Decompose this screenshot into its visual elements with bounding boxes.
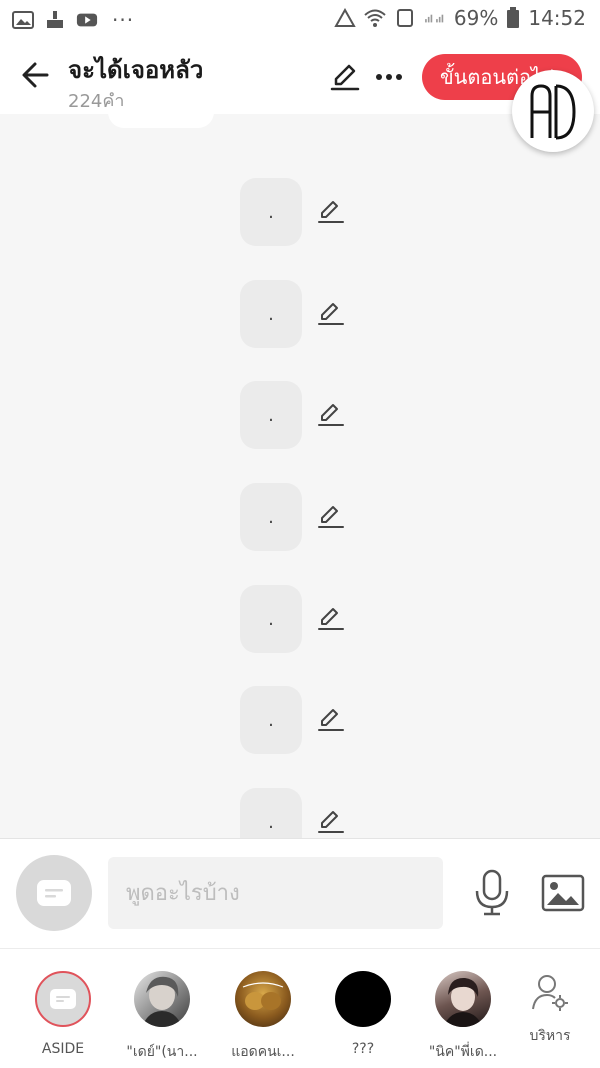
signal-icon	[425, 14, 444, 23]
narration-bubble[interactable]: .	[240, 381, 302, 449]
message-bubble-icon	[50, 989, 76, 1009]
narration-text: .	[268, 404, 274, 426]
clock: 14:52	[528, 6, 586, 30]
manage-characters-button[interactable]: บริหาร	[515, 973, 585, 1047]
narration-bubble[interactable]: .	[240, 483, 302, 551]
character-name: ASIDE	[41, 1041, 85, 1057]
edit-message-button[interactable]	[316, 400, 346, 430]
narration-bubble[interactable]: .	[240, 686, 302, 754]
character-avatar	[435, 971, 491, 1027]
character-avatar	[134, 971, 190, 1027]
edit-message-button[interactable]	[316, 502, 346, 532]
character-day[interactable]: "เดย์"(นา...	[112, 971, 212, 1063]
status-bar: ··· 69% 14:52	[0, 0, 600, 42]
character-unknown[interactable]: ???	[313, 971, 413, 1057]
story-title: จะได้เจอหลัว	[68, 56, 204, 84]
narration-text: .	[268, 303, 274, 325]
ad-logo-icon	[530, 84, 576, 140]
character-name: "นิค"พี่เด...	[428, 1044, 498, 1060]
battery-icon	[507, 7, 520, 28]
edit-title-button[interactable]	[328, 60, 362, 94]
gallery-notification-icon	[12, 11, 34, 29]
edit-message-button[interactable]	[316, 299, 346, 329]
narration-text: .	[268, 506, 274, 528]
character-avatar	[235, 971, 291, 1027]
ad-logo-badge[interactable]	[512, 70, 594, 152]
narration-text: .	[268, 608, 274, 630]
previous-message-bubble	[108, 106, 214, 128]
sim-icon	[396, 9, 413, 27]
narration-text: .	[268, 201, 274, 223]
message-bubble-icon	[37, 880, 71, 906]
narration-text: .	[268, 811, 274, 833]
narration-mode-button[interactable]	[16, 855, 92, 931]
character-admin[interactable]: แอดคนเ...	[213, 971, 313, 1063]
edit-message-button[interactable]	[316, 197, 346, 227]
microphone-button[interactable]	[472, 869, 512, 917]
character-nick[interactable]: "นิค"พี่เด...	[413, 971, 513, 1063]
more-options-button[interactable]	[372, 60, 406, 94]
character-name: ???	[351, 1041, 375, 1057]
message-input[interactable]	[108, 857, 443, 929]
edit-message-button[interactable]	[316, 807, 346, 837]
portrait-illustration	[443, 977, 483, 1027]
image-upload-button[interactable]	[541, 873, 585, 913]
data-saver-icon	[334, 8, 356, 27]
portrait-illustration	[142, 976, 182, 1027]
cleaner-notification-icon	[47, 11, 63, 28]
narration-bubble[interactable]: .	[240, 585, 302, 653]
user-settings-icon	[532, 975, 568, 1011]
character-avatar	[335, 971, 391, 1027]
manage-label: บริหาร	[529, 1028, 571, 1044]
more-horizontal-icon	[376, 74, 402, 80]
narration-bubble[interactable]: .	[240, 280, 302, 348]
character-aside[interactable]: ASIDE	[13, 971, 113, 1057]
narration-bubble[interactable]: .	[240, 178, 302, 246]
narration-text: .	[268, 709, 274, 731]
character-bar: ASIDE "เดย์"(นา... แอดคนเ... ??? "นิค"พี…	[0, 948, 600, 1068]
edit-message-button[interactable]	[316, 604, 346, 634]
more-notifications-icon: ···	[112, 8, 135, 32]
character-name: แอดคนเ...	[231, 1044, 295, 1060]
back-button[interactable]	[14, 54, 56, 96]
arrow-left-icon	[22, 62, 49, 88]
cats-illustration	[242, 982, 284, 1010]
edit-message-button[interactable]	[316, 705, 346, 735]
message-composer	[0, 838, 600, 949]
battery-percent: 69%	[453, 6, 499, 30]
wifi-icon	[364, 9, 386, 27]
character-name: "เดย์"(นา...	[126, 1044, 198, 1060]
aside-avatar	[35, 971, 91, 1027]
youtube-notification-icon	[76, 13, 98, 27]
story-header: จะได้เจอหลัว 224คำ ขั้นตอนต่อไป	[0, 42, 600, 114]
